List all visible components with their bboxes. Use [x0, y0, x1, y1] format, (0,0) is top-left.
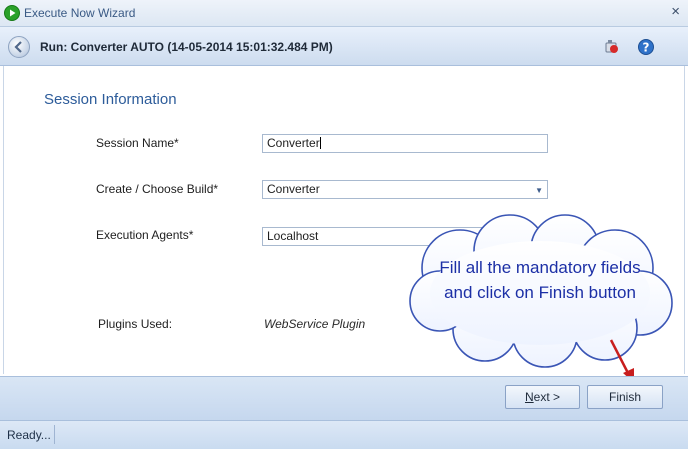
build-value: Converter: [267, 182, 320, 196]
text-caret: [319, 137, 321, 149]
help-icon[interactable]: ?: [637, 38, 655, 56]
session-name-label: Session Name*: [96, 136, 179, 150]
status-divider: [54, 425, 55, 444]
wizard-header: Run: Converter AUTO (14-05-2014 15:01:32…: [0, 27, 688, 66]
build-dropdown[interactable]: Converter ▼: [262, 180, 548, 199]
session-name-value: Converter: [267, 136, 320, 150]
status-text: Ready...: [7, 428, 51, 442]
session-name-input[interactable]: Converter: [262, 134, 548, 153]
next-mnemonic: N: [524, 390, 534, 404]
build-label: Create / Choose Build*: [96, 182, 219, 196]
callout-text: Fill all the mandatory fields and click …: [439, 258, 641, 302]
record-icon[interactable]: [603, 38, 621, 56]
window-titlebar: Execute Now Wizard ×: [0, 0, 688, 27]
back-button[interactable]: [8, 36, 30, 58]
finish-button[interactable]: Finish: [587, 385, 663, 409]
run-title: Run: Converter AUTO (14-05-2014 15:01:32…: [40, 40, 333, 54]
status-bar: Ready...: [0, 420, 688, 449]
section-title: Session Information: [44, 91, 177, 108]
plugins-label: Plugins Used:: [98, 317, 173, 331]
agents-value: Localhost: [267, 229, 319, 243]
plugins-value: WebService Plugin: [264, 317, 366, 331]
wizard-footer: Next > Finish: [0, 376, 688, 421]
window-title: Execute Now Wizard: [24, 6, 136, 20]
chevron-down-icon[interactable]: ▼: [535, 184, 543, 197]
close-icon[interactable]: ×: [671, 3, 680, 20]
agents-label: Execution Agents*: [96, 228, 194, 242]
next-label: ext >: [533, 390, 561, 404]
back-arrow-icon: [14, 41, 22, 53]
svg-text:?: ?: [643, 41, 650, 55]
next-button[interactable]: Next >: [505, 385, 580, 409]
play-icon: [4, 5, 20, 21]
